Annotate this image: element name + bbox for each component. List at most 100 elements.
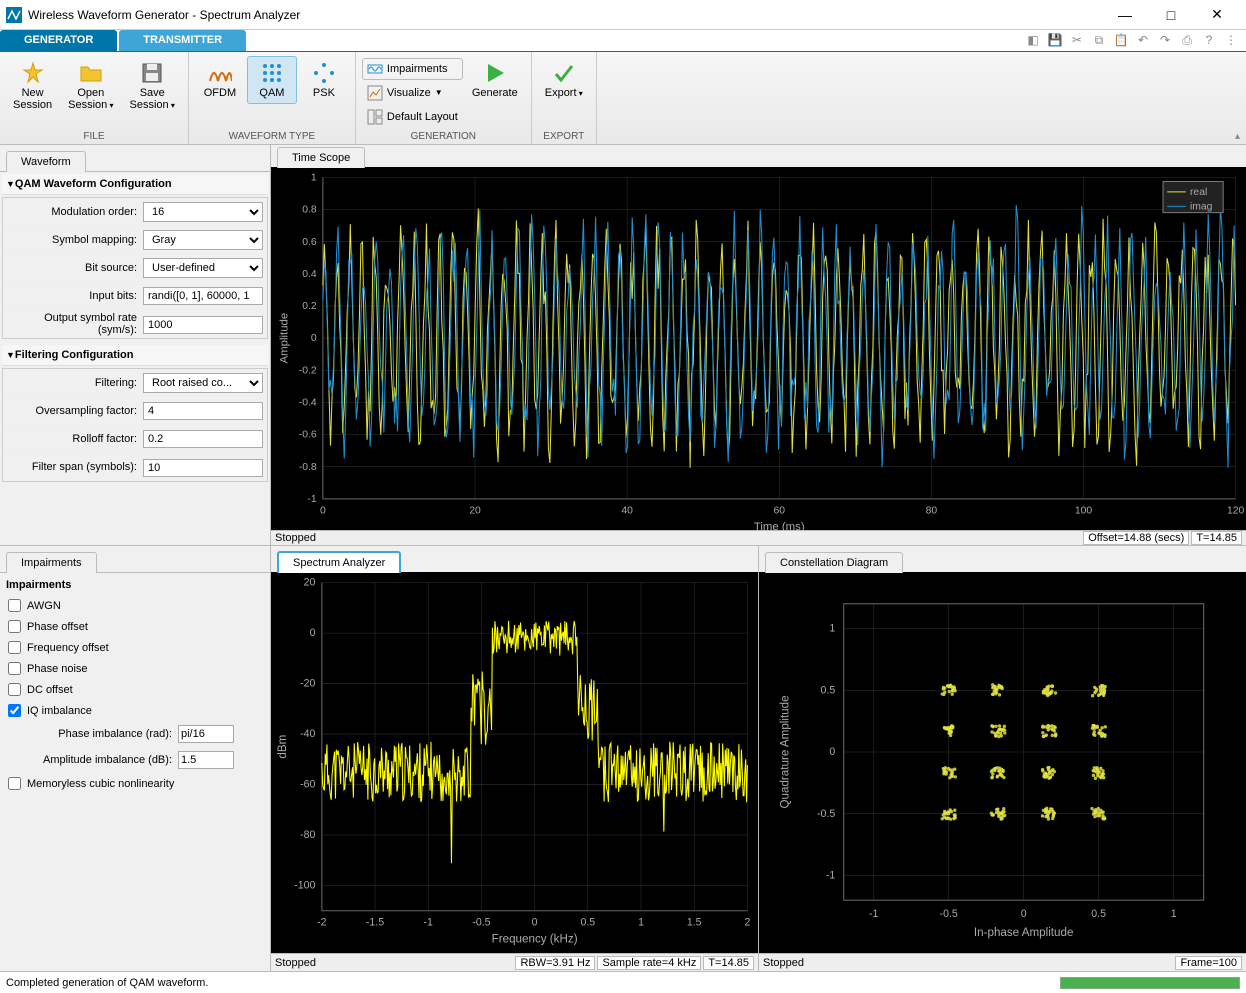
svg-text:imag: imag bbox=[1190, 202, 1213, 213]
freq-offset-checkbox[interactable] bbox=[8, 641, 21, 654]
ribbon-collapse-button[interactable]: ▴ bbox=[1235, 131, 1240, 142]
svg-text:20: 20 bbox=[469, 506, 481, 517]
svg-text:-1: -1 bbox=[869, 908, 879, 920]
phase-noise-checkbox[interactable] bbox=[8, 662, 21, 675]
sym-rate-label: Output symbol rate (sym/s): bbox=[3, 312, 143, 336]
filter-section-header[interactable]: Filtering Configuration bbox=[2, 345, 268, 366]
spectrum-status: Stopped bbox=[275, 957, 316, 969]
time-scope-tab[interactable]: Time Scope bbox=[277, 147, 365, 168]
export-button[interactable]: Export bbox=[538, 56, 590, 105]
awgn-checkbox[interactable] bbox=[8, 599, 21, 612]
svg-text:1: 1 bbox=[1171, 908, 1177, 920]
psk-button[interactable]: PSK bbox=[299, 56, 349, 104]
spectrum-plot[interactable]: -100-80-60-40-20020-2-1.5-1-0.500.511.52… bbox=[271, 572, 758, 953]
qa-paste-icon[interactable]: 📋 bbox=[1112, 31, 1130, 49]
qa-help-icon[interactable]: ? bbox=[1200, 31, 1218, 49]
span-input[interactable] bbox=[143, 459, 263, 477]
constellation-status: Stopped bbox=[763, 957, 804, 969]
phase-offset-checkbox[interactable] bbox=[8, 620, 21, 633]
qa-undo-icon[interactable]: ↶ bbox=[1134, 31, 1152, 49]
impairments-icon bbox=[367, 61, 383, 77]
time-scope-panel: Time Scope -1-0.8-0.6-0.4-0.200.20.40.60… bbox=[271, 145, 1246, 545]
sym-rate-input[interactable] bbox=[143, 316, 263, 334]
save-session-button[interactable]: Save Session bbox=[123, 56, 182, 117]
svg-text:-0.5: -0.5 bbox=[472, 917, 490, 929]
qam-section-header[interactable]: QAM Waveform Configuration bbox=[2, 174, 268, 195]
bit-src-label: Bit source: bbox=[3, 262, 143, 274]
freq-offset-label: Frequency offset bbox=[27, 642, 109, 654]
svg-text:1: 1 bbox=[638, 917, 644, 929]
qa-save-icon[interactable]: 💾 bbox=[1046, 31, 1064, 49]
tab-transmitter[interactable]: TRANSMITTER bbox=[119, 30, 246, 51]
constellation-frame: Frame=100 bbox=[1175, 956, 1242, 970]
qa-more-icon[interactable]: ⋮ bbox=[1222, 31, 1240, 49]
qa-icon[interactable]: ◧ bbox=[1024, 31, 1042, 49]
status-bar: Completed generation of QAM waveform. bbox=[0, 971, 1246, 993]
status-text: Completed generation of QAM waveform. bbox=[6, 977, 208, 989]
visualize-button[interactable]: Visualize ▼ bbox=[362, 82, 463, 104]
svg-text:-1.5: -1.5 bbox=[366, 917, 384, 929]
impairments-heading: Impairments bbox=[2, 575, 268, 595]
open-session-button[interactable]: Open Session bbox=[61, 56, 120, 117]
mod-order-select[interactable]: 16 bbox=[143, 202, 263, 222]
window-maximize-button[interactable]: □ bbox=[1148, 0, 1194, 30]
ofdm-button[interactable]: OFDM bbox=[195, 56, 245, 104]
qam-button[interactable]: QAM bbox=[247, 56, 297, 104]
impairments-tab[interactable]: Impairments bbox=[6, 552, 97, 573]
qa-print-icon[interactable]: ⎙ bbox=[1178, 31, 1196, 49]
svg-text:-0.2: -0.2 bbox=[299, 366, 317, 377]
input-bits-input[interactable] bbox=[143, 287, 263, 305]
svg-text:0.8: 0.8 bbox=[302, 205, 317, 216]
dc-offset-label: DC offset bbox=[27, 684, 73, 696]
sym-map-select[interactable]: Gray bbox=[143, 230, 263, 250]
waveform-tab[interactable]: Waveform bbox=[6, 151, 86, 172]
svg-text:0: 0 bbox=[829, 746, 835, 758]
spectrum-tab[interactable]: Spectrum Analyzer bbox=[277, 551, 401, 573]
svg-text:0.5: 0.5 bbox=[580, 917, 595, 929]
qa-cut-icon[interactable]: ✂ bbox=[1068, 31, 1086, 49]
qa-redo-icon[interactable]: ↷ bbox=[1156, 31, 1174, 49]
constellation-panel: Constellation Diagram -1-0.500.51-1-0.50… bbox=[759, 546, 1246, 971]
ribbon-group-generation: Impairments Visualize ▼ Default Layout G… bbox=[356, 52, 532, 145]
constellation-plot[interactable]: -1-0.500.51-1-0.500.51Quadrature Amplitu… bbox=[759, 572, 1246, 953]
main-grid: Waveform QAM Waveform Configuration Modu… bbox=[0, 145, 1246, 971]
svg-text:0.4: 0.4 bbox=[302, 269, 317, 280]
dc-offset-checkbox[interactable] bbox=[8, 683, 21, 696]
memoryless-checkbox[interactable] bbox=[8, 777, 21, 790]
svg-text:60: 60 bbox=[773, 506, 785, 517]
window-titlebar: Wireless Waveform Generator - Spectrum A… bbox=[0, 0, 1246, 30]
amp-imb-input[interactable] bbox=[178, 751, 234, 769]
bit-src-select[interactable]: User-defined bbox=[143, 258, 263, 278]
ribbon-label-waveformtype: WAVEFORM TYPE bbox=[195, 129, 349, 142]
generate-button[interactable]: Generate bbox=[465, 56, 525, 104]
memoryless-label: Memoryless cubic nonlinearity bbox=[27, 778, 174, 790]
iq-imbalance-checkbox[interactable] bbox=[8, 704, 21, 717]
filtering-select[interactable]: Root raised co... bbox=[143, 373, 263, 393]
quickaccess-toolbar: ◧ 💾 ✂ ⧉ 📋 ↶ ↷ ⎙ ? ⋮ bbox=[1024, 30, 1246, 51]
time-scope-status: Stopped bbox=[275, 532, 316, 544]
window-minimize-button[interactable]: — bbox=[1102, 0, 1148, 30]
open-folder-icon bbox=[79, 61, 103, 85]
ribbon-label-file: FILE bbox=[6, 129, 182, 142]
constellation-tab[interactable]: Constellation Diagram bbox=[765, 552, 903, 573]
qa-copy-icon[interactable]: ⧉ bbox=[1090, 31, 1108, 49]
svg-text:0: 0 bbox=[1021, 908, 1027, 920]
svg-text:-1: -1 bbox=[307, 494, 316, 505]
svg-text:100: 100 bbox=[1075, 506, 1093, 517]
time-scope-plot[interactable]: -1-0.8-0.6-0.4-0.200.20.40.60.8102040608… bbox=[271, 167, 1246, 530]
svg-text:-60: -60 bbox=[300, 779, 315, 791]
svg-text:dBm: dBm bbox=[276, 735, 289, 759]
svg-text:-2: -2 bbox=[317, 917, 327, 929]
svg-text:0: 0 bbox=[310, 628, 316, 640]
svg-text:40: 40 bbox=[621, 506, 633, 517]
svg-text:0.5: 0.5 bbox=[1091, 908, 1106, 920]
tab-generator[interactable]: GENERATOR bbox=[0, 30, 117, 51]
rolloff-input[interactable] bbox=[143, 430, 263, 448]
window-close-button[interactable]: ✕ bbox=[1194, 0, 1240, 30]
phase-imb-input[interactable] bbox=[178, 725, 234, 743]
new-session-button[interactable]: New Session bbox=[6, 56, 59, 116]
impairments-button[interactable]: Impairments bbox=[362, 58, 463, 80]
svg-text:-40: -40 bbox=[300, 729, 315, 741]
oversamp-input[interactable] bbox=[143, 402, 263, 420]
default-layout-button[interactable]: Default Layout bbox=[362, 106, 463, 128]
